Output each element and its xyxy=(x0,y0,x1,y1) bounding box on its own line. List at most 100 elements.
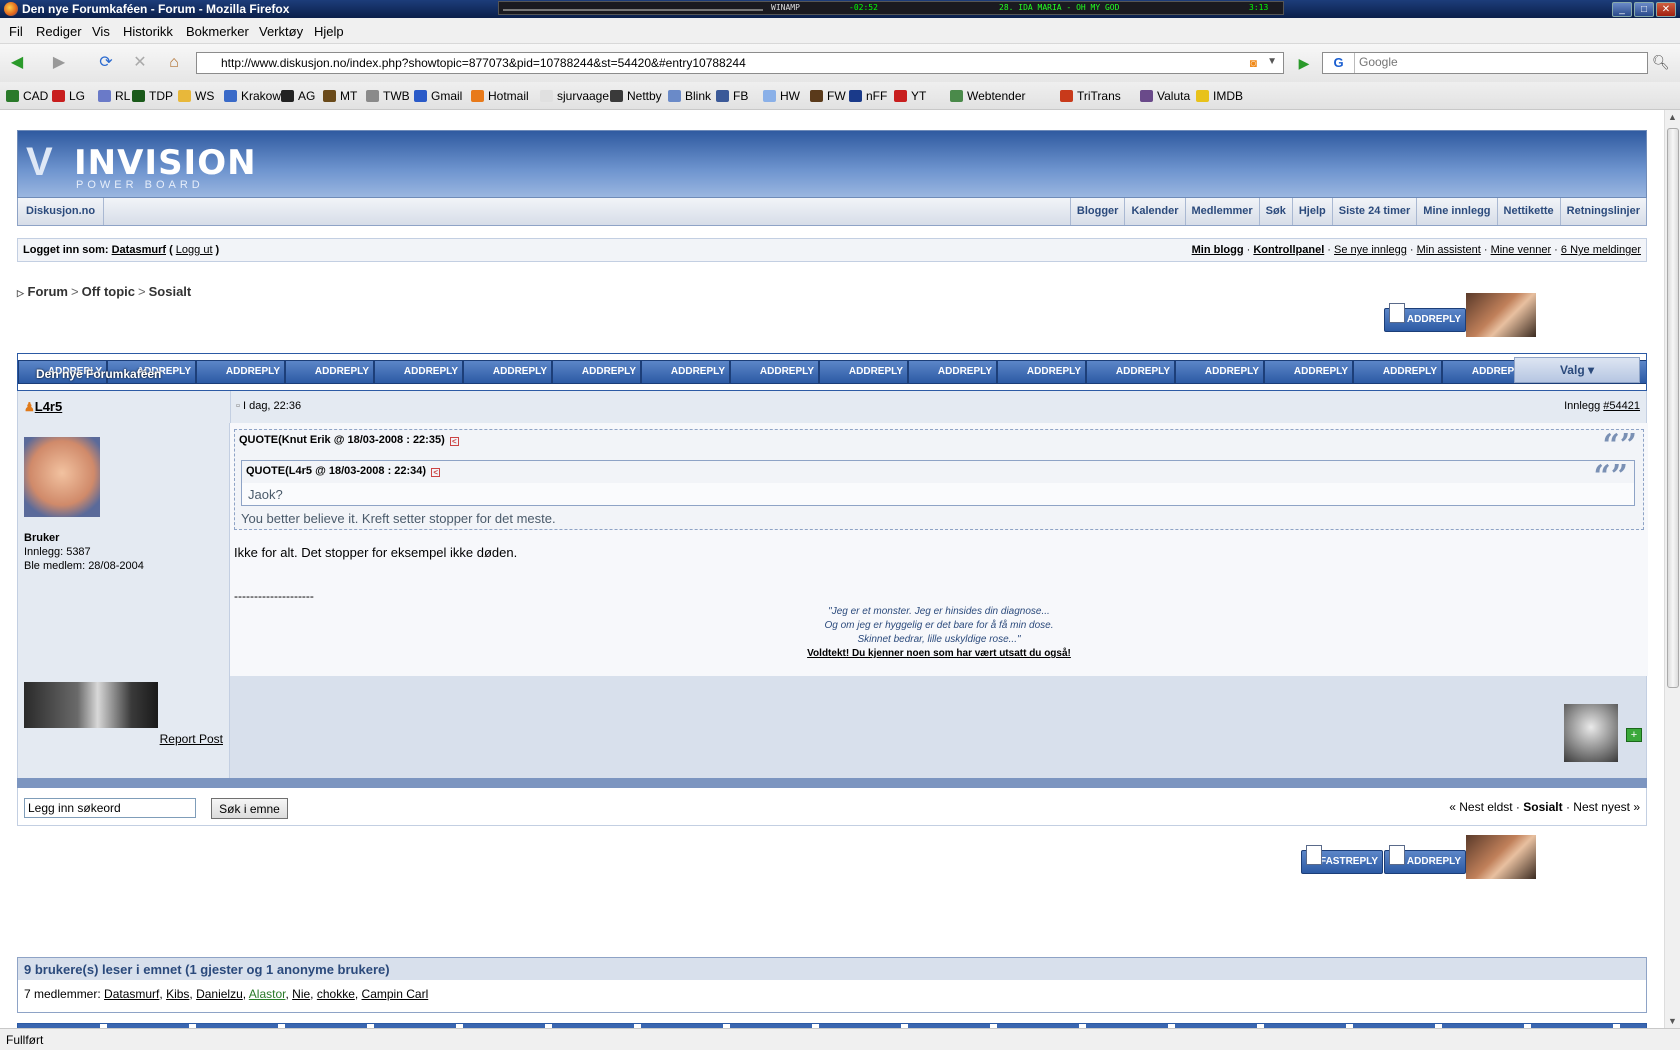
addreply-tile[interactable]: ADDREPLY xyxy=(908,360,997,384)
bookmark-gmail[interactable]: Gmail xyxy=(414,89,462,103)
home-link[interactable]: Diskusjon.no xyxy=(18,198,105,225)
topic-search-input[interactable] xyxy=(24,798,196,818)
addreply-tile[interactable]: ADDREPLY xyxy=(552,360,641,384)
menu-verktoy[interactable]: Verktøy xyxy=(259,24,303,39)
menu-hjelp[interactable]: Hjelp xyxy=(314,24,344,39)
close-button[interactable]: ✕ xyxy=(1656,2,1676,17)
search-input[interactable] xyxy=(1359,55,1599,69)
scroll-down-icon[interactable]: ▼ xyxy=(1668,1016,1677,1026)
search-box[interactable]: G xyxy=(1322,52,1648,74)
bookmark-twb[interactable]: TWB xyxy=(366,89,410,103)
reader-member-link[interactable]: Nie xyxy=(292,987,310,1001)
bookmark-ws[interactable]: WS xyxy=(178,89,214,103)
back-icon[interactable]: ◀ xyxy=(4,50,30,76)
nav-link-mine-innlegg[interactable]: Mine innlegg xyxy=(1416,198,1496,225)
addreply-tile[interactable]: ADDREPLY xyxy=(1086,360,1175,384)
menu-fil[interactable]: Fil xyxy=(9,24,23,39)
bookmark-cad[interactable]: CAD xyxy=(6,89,48,103)
menu-rediger[interactable]: Rediger xyxy=(36,24,82,39)
addreply-tile[interactable]: ADDREPLY xyxy=(730,360,819,384)
go-icon[interactable]: ▶ xyxy=(1292,52,1316,74)
user-link-se-nye-innlegg[interactable]: Se nye innlegg xyxy=(1334,244,1407,256)
nav-link-medlemmer[interactable]: Medlemmer xyxy=(1184,198,1259,225)
bookmark-lg[interactable]: LG xyxy=(52,89,85,103)
post-number-link[interactable]: #54421 xyxy=(1603,400,1640,412)
reader-member-link[interactable]: Danielzu xyxy=(196,987,243,1001)
quote-link-icon[interactable]: < xyxy=(449,437,459,446)
menu-historikk[interactable]: Historikk xyxy=(123,24,173,39)
bookmark-hotmail[interactable]: Hotmail xyxy=(471,89,529,103)
search-icon[interactable]: 🔍︎ xyxy=(1652,54,1670,71)
addreply-tile[interactable]: ADDREPLY xyxy=(1353,360,1442,384)
next-topic-link[interactable]: Nest nyest » xyxy=(1573,800,1640,814)
bookmark-sjurvaage[interactable]: sjurvaage xyxy=(540,89,609,103)
reload-icon[interactable]: ⟳ xyxy=(93,50,119,76)
topic-search-button[interactable]: Søk i emne xyxy=(211,798,288,819)
maximize-button[interactable]: □ xyxy=(1634,2,1654,17)
addreply-tile[interactable]: ADDREPLY xyxy=(997,360,1086,384)
menu-vis[interactable]: Vis xyxy=(92,24,110,39)
current-forum-link[interactable]: Sosialt xyxy=(1523,800,1562,814)
reader-member-link[interactable]: Datasmurf xyxy=(104,987,159,1001)
username-link[interactable]: Datasmurf xyxy=(112,244,166,256)
user-link-6-nye-meldinger[interactable]: 6 Nye meldinger xyxy=(1561,244,1641,256)
add-friend-icon[interactable]: + xyxy=(1626,728,1642,742)
bookmark-mt[interactable]: MT xyxy=(323,89,357,103)
bookmark-hw[interactable]: HW xyxy=(763,89,800,103)
bookmark-rl[interactable]: RL xyxy=(98,89,130,103)
google-icon[interactable]: G xyxy=(1323,53,1355,73)
bookmark-nff[interactable]: nFF xyxy=(849,89,887,103)
addreply-tile[interactable]: ADDREPLY xyxy=(819,360,908,384)
report-post-link[interactable]: Report Post xyxy=(160,732,223,746)
reader-member-link[interactable]: chokke xyxy=(317,987,355,1001)
scroll-up-icon[interactable]: ▲ xyxy=(1668,112,1677,122)
breadcrumb-off-topic[interactable]: Off topic xyxy=(82,284,135,299)
addreply-tile[interactable]: ADDREPLY xyxy=(285,360,374,384)
nav-link-kalender[interactable]: Kalender xyxy=(1124,198,1184,225)
bookmark-imdb[interactable]: IMDB xyxy=(1196,89,1243,103)
bookmark-yt[interactable]: YT xyxy=(894,89,926,103)
addreply-tile[interactable]: ADDREPLY xyxy=(1264,360,1353,384)
bookmark-nettby[interactable]: Nettby xyxy=(610,89,662,103)
stop-icon[interactable]: ✕ xyxy=(127,50,153,76)
winamp-player[interactable]: WINAMP -02:52 28. IDA MARIA - OH MY GOD … xyxy=(498,1,1284,15)
minimize-button[interactable]: _ xyxy=(1612,2,1632,17)
user-link-kontrollpanel[interactable]: Kontrollpanel xyxy=(1253,244,1324,256)
chevron-down-icon[interactable]: ▼ xyxy=(1267,56,1277,67)
forward-icon[interactable]: ▶ xyxy=(46,50,72,76)
reader-member-link[interactable]: Alastor xyxy=(249,987,286,1001)
bookmark-ag[interactable]: AG xyxy=(281,89,315,103)
bookmark-blink[interactable]: Blink xyxy=(668,89,711,103)
addreply-tile[interactable]: ADDREPLY xyxy=(1175,360,1264,384)
fast-reply-button[interactable]: FASTREPLY xyxy=(1301,845,1383,874)
bookmark-fb[interactable]: FB xyxy=(716,89,748,103)
valg-dropdown[interactable]: Valg ▾ xyxy=(1514,357,1640,383)
quote-link-icon[interactable]: < xyxy=(431,468,441,477)
vertical-scrollbar[interactable]: ▲ ▼ xyxy=(1664,110,1680,1028)
nav-link-blogger[interactable]: Blogger xyxy=(1069,198,1125,225)
user-link-mine-venner[interactable]: Mine venner xyxy=(1491,244,1552,256)
rss-icon[interactable]: ◙ xyxy=(1250,56,1257,70)
scrollbar-thumb[interactable] xyxy=(1667,128,1679,688)
user-link-min-assistent[interactable]: Min assistent xyxy=(1417,244,1481,256)
address-bar[interactable]: http://www.diskusjon.no/index.php?showto… xyxy=(196,52,1284,74)
bookmark-valuta[interactable]: Valuta xyxy=(1140,89,1190,103)
nav-link-siste-24-timer[interactable]: Siste 24 timer xyxy=(1331,198,1417,225)
menu-bokmerker[interactable]: Bokmerker xyxy=(186,24,249,39)
addreply-tile[interactable]: ADDREPLY xyxy=(374,360,463,384)
logout-link[interactable]: Logg ut xyxy=(176,244,213,256)
add-reply-button-bottom[interactable]: ADDREPLY xyxy=(1384,845,1466,874)
signature-link[interactable]: Voldtekt! Du kjenner noen som har vært u… xyxy=(230,647,1648,661)
bookmark-tritrans[interactable]: TriTrans xyxy=(1060,89,1121,103)
author-link[interactable]: L4r5 xyxy=(35,399,62,414)
prev-topic-link[interactable]: « Nest eldst xyxy=(1449,800,1512,814)
breadcrumb-forum[interactable]: Forum xyxy=(28,284,68,299)
nav-link-nettikette[interactable]: Nettikette xyxy=(1496,198,1560,225)
addreply-tile[interactable]: ADDREPLY xyxy=(196,360,285,384)
bookmark-tdp[interactable]: TDP xyxy=(132,89,173,103)
add-reply-button-top[interactable]: ADDREPLY xyxy=(1384,303,1466,332)
reader-member-link[interactable]: Campin Carl xyxy=(362,987,429,1001)
bookmark-fw[interactable]: FW xyxy=(810,89,846,103)
nav-link-søk[interactable]: Søk xyxy=(1258,198,1292,225)
reader-member-link[interactable]: Kibs xyxy=(166,987,189,1001)
